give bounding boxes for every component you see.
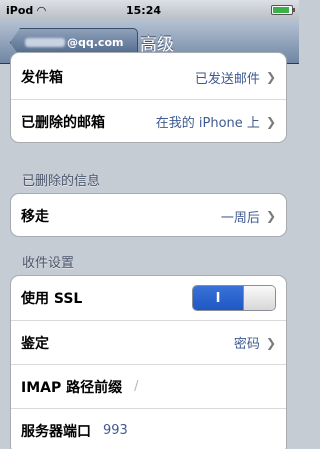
row-authentication[interactable]: 鉴定 密码 ❯ xyxy=(11,320,286,364)
chevron-right-icon: ❯ xyxy=(265,114,276,129)
ssl-toggle[interactable]: I xyxy=(192,285,276,311)
sent-mailbox-label: 发件箱 xyxy=(21,70,63,86)
row-remove[interactable]: 移走 一周后 ❯ xyxy=(11,194,286,236)
imap-prefix-field[interactable]: / xyxy=(134,379,138,394)
chevron-right-icon: ❯ xyxy=(265,335,276,350)
status-bar: iPod ◠ 15:24 xyxy=(0,0,299,20)
row-server-port[interactable]: 服务器端口 993 xyxy=(11,408,286,449)
ssl-label: 使用 SSL xyxy=(21,291,83,307)
remove-value: 一周后 xyxy=(220,210,260,226)
sent-mailbox-value: 已发送邮件 xyxy=(194,71,260,87)
wifi-icon: ◠ xyxy=(37,3,46,17)
back-button-label: @qq.com xyxy=(67,36,124,49)
ssl-toggle-on: I xyxy=(193,286,243,310)
server-port-label: 服务器端口 xyxy=(21,423,91,440)
row-use-ssl: 使用 SSL I xyxy=(11,276,286,320)
deleted-mailbox-label: 已删除的邮箱 xyxy=(21,114,105,131)
row-sent-mailbox[interactable]: 发件箱 已发送邮件 ❯ xyxy=(11,55,286,99)
chevron-right-icon: ❯ xyxy=(265,209,276,223)
battery-level xyxy=(273,7,289,13)
redacted-account-name xyxy=(25,38,65,47)
chevron-right-icon: ❯ xyxy=(265,70,276,84)
battery-icon xyxy=(271,5,295,15)
deleted-mailbox-value: 在我的 iPhone 上 xyxy=(155,116,260,131)
deleted-messages-group: 移走 一周后 ❯ xyxy=(10,193,287,237)
server-port-field[interactable]: 993 xyxy=(103,423,128,438)
remove-label: 移走 xyxy=(21,209,49,225)
clock: 15:24 xyxy=(126,3,162,17)
row-deleted-mailbox[interactable]: 已删除的邮箱 在我的 iPhone 上 ❯ xyxy=(11,99,286,142)
auth-label: 鉴定 xyxy=(21,335,49,352)
section-header-deleted-messages: 已删除的信息 xyxy=(22,174,101,189)
mailbox-behaviors-group: 发件箱 已发送邮件 ❯ 已删除的邮箱 在我的 iPhone 上 ❯ xyxy=(10,52,287,143)
carrier-area: iPod ◠ xyxy=(6,4,126,17)
ssl-toggle-knob xyxy=(243,286,275,310)
imap-prefix-label: IMAP 路径前缀 xyxy=(21,379,123,396)
row-imap-prefix[interactable]: IMAP 路径前缀 / xyxy=(11,364,286,408)
auth-value: 密码 xyxy=(233,337,260,352)
carrier-label: iPod xyxy=(6,3,34,17)
incoming-settings-group: 使用 SSL I 鉴定 密码 ❯ IMAP 路径前缀 / 服务器端口 993 xyxy=(10,275,287,449)
section-header-incoming: 收件设置 xyxy=(22,256,75,271)
